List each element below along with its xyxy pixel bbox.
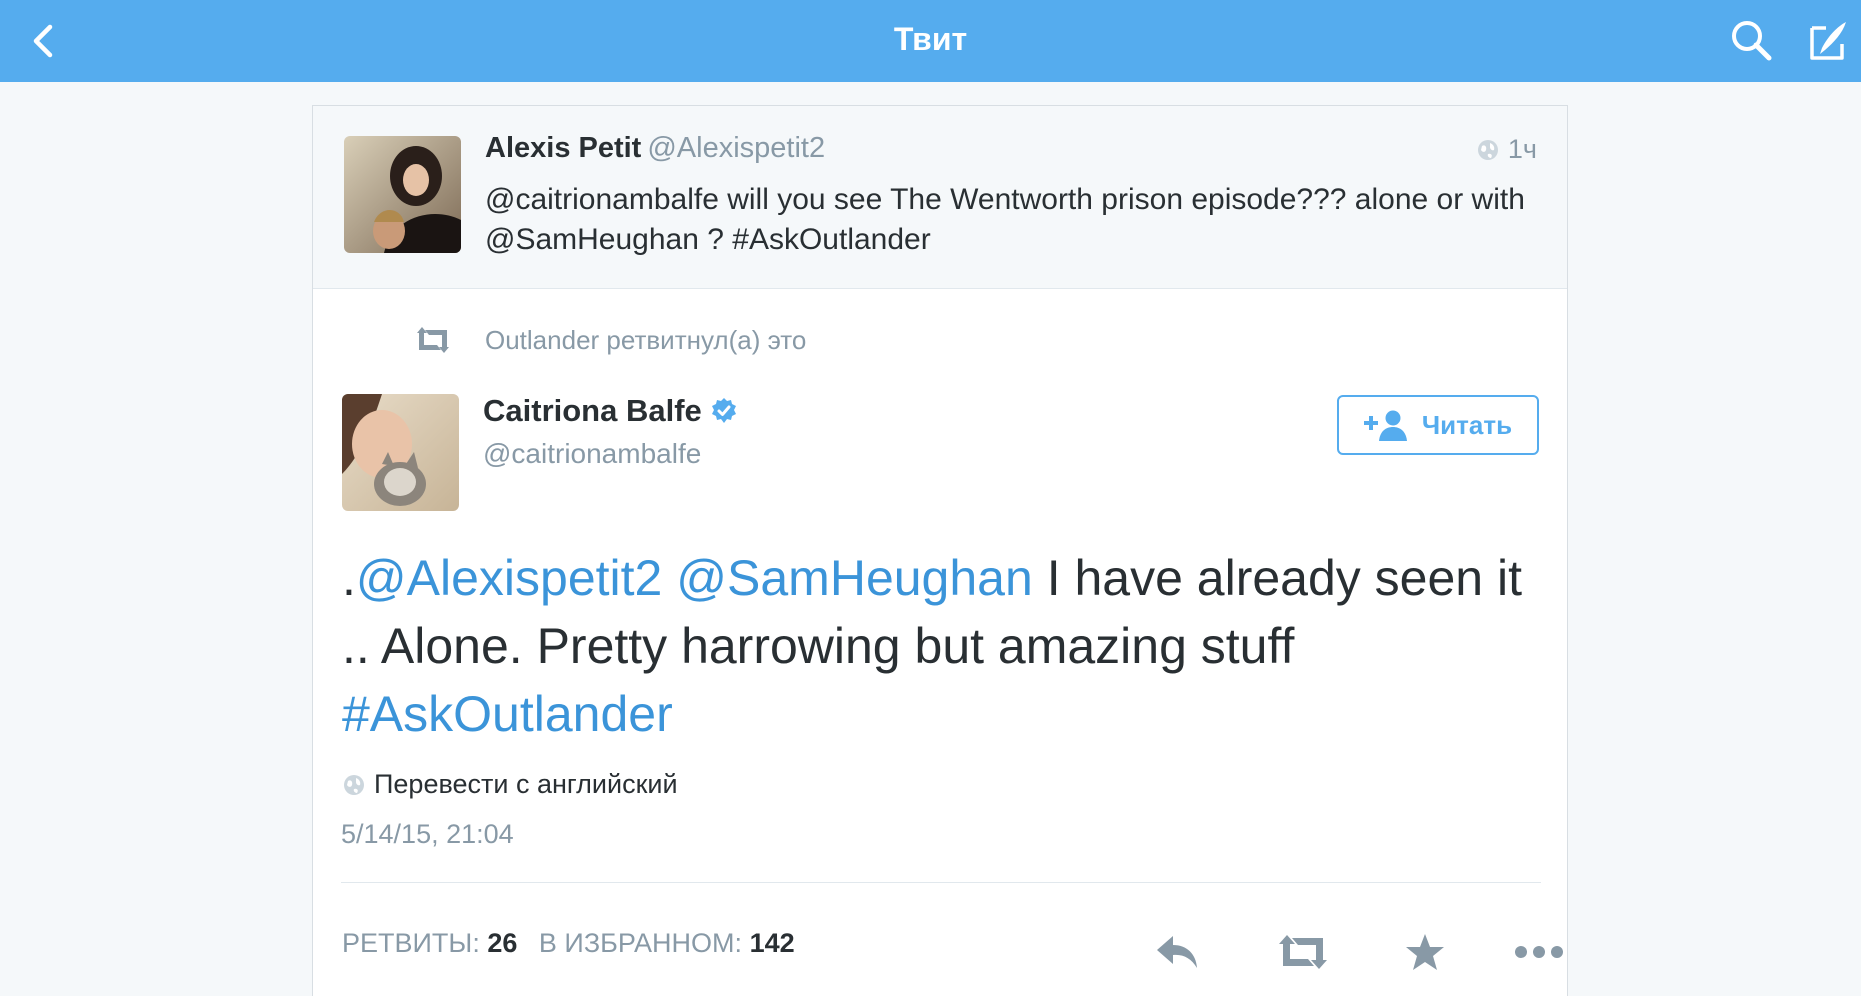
main-tweet-text: .@Alexispetit2 @SamHeughan I have alread… bbox=[342, 544, 1522, 748]
favorites-stat[interactable]: В ИЗБРАННОМ: 142 bbox=[539, 928, 795, 958]
translate-link[interactable]: Перевести с английский bbox=[342, 769, 678, 800]
search-icon bbox=[1732, 21, 1772, 61]
compose-button[interactable] bbox=[1800, 14, 1854, 68]
more-dots-icon bbox=[1515, 946, 1563, 958]
follow-button-label: Читать bbox=[1421, 409, 1513, 440]
chevron-left-icon bbox=[33, 24, 53, 58]
translate-label: Перевести с английский bbox=[374, 769, 678, 799]
parent-author-handle[interactable]: @Alexispetit2 bbox=[647, 132, 825, 164]
retweet-icon bbox=[417, 327, 449, 353]
page-title: Твит bbox=[893, 21, 968, 57]
retweet-button[interactable] bbox=[1273, 922, 1333, 982]
tweet-card: Alexis Petit @Alexispetit2 1ч @caitrionam… bbox=[312, 105, 1568, 996]
tweet-timestamp: 5/14/15, 21:04 bbox=[341, 819, 514, 849]
compose-icon bbox=[1810, 22, 1846, 60]
globe-icon bbox=[344, 774, 364, 795]
avatar[interactable] bbox=[344, 136, 461, 253]
globe-icon bbox=[1477, 139, 1498, 160]
parent-author-name[interactable]: Alexis Petit bbox=[485, 132, 641, 164]
retweets-stat[interactable]: РЕТВИТЫ: 26 bbox=[342, 928, 517, 958]
divider bbox=[341, 882, 1541, 883]
top-navigation-bar: Твит bbox=[0, 0, 1861, 82]
follow-button[interactable]: Читать bbox=[1337, 395, 1539, 455]
reply-icon bbox=[1157, 936, 1197, 968]
tweet-text-space bbox=[662, 550, 676, 606]
main-author-name[interactable]: Caitriona Balfe bbox=[483, 393, 702, 429]
search-button[interactable] bbox=[1725, 14, 1779, 68]
parent-time: 1ч bbox=[1476, 134, 1537, 165]
favorites-label: В ИЗБРАННОМ: bbox=[538, 928, 743, 958]
mention-link[interactable]: @SamHeughan bbox=[676, 550, 1033, 606]
retweets-label: РЕТВИТЫ: bbox=[342, 928, 480, 958]
retweet-context-text[interactable]: Outlander ретвитнул(а) это bbox=[485, 325, 806, 356]
main-author-handle[interactable]: @caitrionambalfe bbox=[483, 438, 701, 470]
main-author: Caitriona Balfe bbox=[483, 393, 738, 429]
reply-button[interactable] bbox=[1147, 922, 1207, 982]
favorite-star-icon bbox=[1406, 934, 1444, 970]
tweet-text-prefix: . bbox=[342, 550, 356, 606]
avatar[interactable] bbox=[342, 394, 459, 511]
parent-time-text: 1ч bbox=[1507, 134, 1537, 164]
mention-link[interactable]: @Alexispetit2 bbox=[356, 550, 662, 606]
favorite-button[interactable] bbox=[1395, 922, 1455, 982]
more-button[interactable] bbox=[1509, 922, 1569, 982]
back-button[interactable] bbox=[18, 14, 72, 68]
add-user-icon bbox=[1363, 410, 1407, 441]
verified-badge-icon bbox=[711, 398, 736, 423]
parent-author: Alexis Petit @Alexispetit2 bbox=[485, 132, 825, 165]
parent-tweet-text: @caitrionambalfe will you see The Wentwo… bbox=[485, 183, 1525, 256]
retweet-icon bbox=[1279, 935, 1327, 969]
favorites-count: 142 bbox=[749, 928, 795, 958]
tweet-stats: РЕТВИТЫ: 26 В ИЗБРАННОМ: 142 bbox=[342, 928, 795, 959]
retweets-count: 26 bbox=[487, 928, 518, 958]
hashtag-link[interactable]: #AskOutlander bbox=[342, 686, 673, 742]
parent-tweet[interactable]: Alexis Petit @Alexispetit2 1ч @caitrionam… bbox=[313, 106, 1567, 289]
retweet-context: Outlander ретвитнул(а) это bbox=[313, 311, 1567, 371]
